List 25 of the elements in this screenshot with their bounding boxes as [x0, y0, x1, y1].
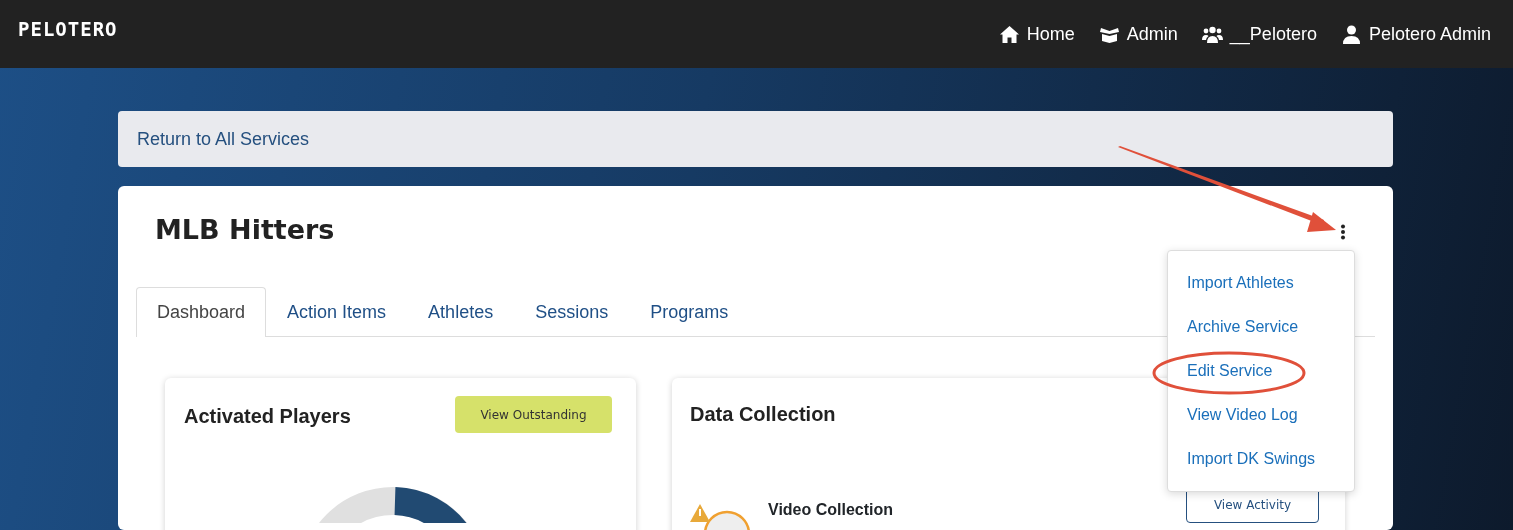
card-title: Activated Players [184, 404, 351, 429]
more-options-icon[interactable] [1340, 224, 1346, 240]
home-icon [998, 24, 1020, 44]
view-outstanding-button[interactable]: View Outstanding [455, 396, 612, 434]
user-icon [1340, 24, 1362, 44]
row-title: Video Collection [768, 500, 894, 521]
menu-item[interactable]: Import DK Swings [1168, 437, 1354, 481]
menu-item[interactable]: Edit Service [1168, 349, 1354, 393]
brand-logo[interactable]: PELOTERO [18, 14, 118, 44]
card-title: Data Collection [690, 402, 836, 427]
tab[interactable]: Programs [629, 287, 750, 338]
users-icon [1201, 24, 1223, 44]
tab[interactable]: Sessions [514, 287, 630, 338]
nav-link[interactable]: Admin [1098, 20, 1178, 48]
nav-link[interactable]: Home [998, 20, 1075, 48]
tab[interactable]: Action Items [266, 287, 408, 338]
page-title: MLB Hitters [155, 214, 335, 247]
menu-item[interactable]: Import Athletes [1168, 261, 1354, 305]
nav-link[interactable]: Pelotero Admin [1340, 20, 1491, 48]
tab[interactable]: Dashboard [136, 287, 267, 338]
back-link[interactable]: Return to All Services [137, 125, 310, 153]
nav-link[interactable]: __Pelotero [1201, 20, 1317, 48]
menu-item[interactable]: Archive Service [1168, 305, 1354, 349]
tab[interactable]: Athletes [407, 287, 515, 338]
menu-item[interactable]: View Video Log [1168, 393, 1354, 437]
